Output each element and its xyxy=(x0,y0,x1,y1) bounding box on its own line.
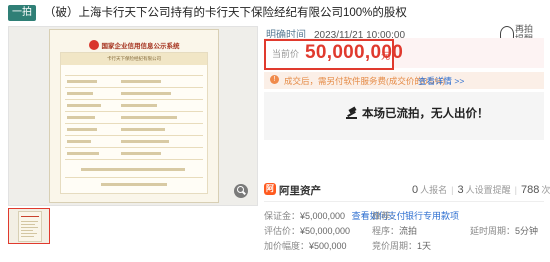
national-emblem-icon xyxy=(88,39,99,50)
zoom-icon[interactable] xyxy=(234,184,248,198)
price-unit: 元 xyxy=(381,51,391,61)
current-price-label: 当前价 xyxy=(272,49,300,59)
procedure-label: 程序： xyxy=(372,226,400,236)
delay-row: 延时周期：5分钟 xyxy=(470,224,538,237)
reminders-count: 3 xyxy=(457,184,464,196)
divider xyxy=(264,201,544,202)
bank-special-funds-link[interactable]: 银行专用款项 xyxy=(405,211,459,221)
page-title: （破）上海卡行天下公司持有的卡行天下保险经纪有限公司100%的股权 xyxy=(44,7,407,19)
views-label: 次围观 xyxy=(541,185,550,195)
delay-value: 5分钟 xyxy=(515,226,539,236)
procedure-value: 流拍 xyxy=(399,226,418,236)
document-image: 国家企业信用信息公示系统 卡行天下保险经纪有限公司 xyxy=(49,29,219,203)
document-title: 国家企业信用信息公示系统 xyxy=(101,42,180,50)
image-thumbnail[interactable] xyxy=(8,208,50,244)
eval-row: 评估价：¥50,000,000 xyxy=(264,224,350,237)
fee-details-link[interactable]: 查看详情 >> xyxy=(418,75,464,87)
increment-value: ¥500,000 xyxy=(309,241,347,251)
thumbnail-document xyxy=(18,211,42,242)
views-count: 788 xyxy=(520,184,540,196)
cycle-row: 竞价周期：1天 xyxy=(372,239,431,252)
auction-stats: 0人报名|3人设置提醒|788次围观 xyxy=(412,183,550,196)
cycle-value: 1天 xyxy=(417,241,432,251)
eval-label: 评估价： xyxy=(264,226,301,236)
document-body: 卡行天下保险经纪有限公司 xyxy=(60,52,208,194)
recommend-label: 推荐： xyxy=(372,211,400,221)
main-image[interactable]: 国家企业信用信息公示系统 卡行天下保险经纪有限公司 xyxy=(8,26,258,206)
applicants-count: 0 xyxy=(412,184,419,196)
auction-result-text: 本场已流拍，无人出价！ xyxy=(362,108,489,120)
recommend-row: 推荐： 银行专用款项 xyxy=(372,209,459,222)
deposit-value: ¥5,000,000 xyxy=(300,211,346,221)
increment-row: 加价幅度：¥500,000 xyxy=(264,239,347,252)
cycle-label: 竞价周期： xyxy=(372,241,418,251)
increment-label: 加价幅度： xyxy=(264,241,310,251)
document-band: 卡行天下保险经纪有限公司 xyxy=(61,53,207,65)
applicants-label: 人报名 xyxy=(420,185,448,195)
gavel-icon xyxy=(346,106,358,119)
delay-label: 延时周期： xyxy=(470,226,516,236)
platform-name[interactable]: 阿里资产 xyxy=(279,183,321,198)
procedure-row: 程序：流拍 xyxy=(372,224,417,237)
deposit-label: 保证金： xyxy=(264,211,301,221)
ali-assets-logo-icon: 阿 xyxy=(264,183,276,195)
auction-type-tag: 一拍 xyxy=(8,5,36,21)
reminders-label: 人设置提醒 xyxy=(465,185,511,195)
eval-value: ¥50,000,000 xyxy=(300,226,351,236)
warning-icon: ! xyxy=(270,75,279,84)
